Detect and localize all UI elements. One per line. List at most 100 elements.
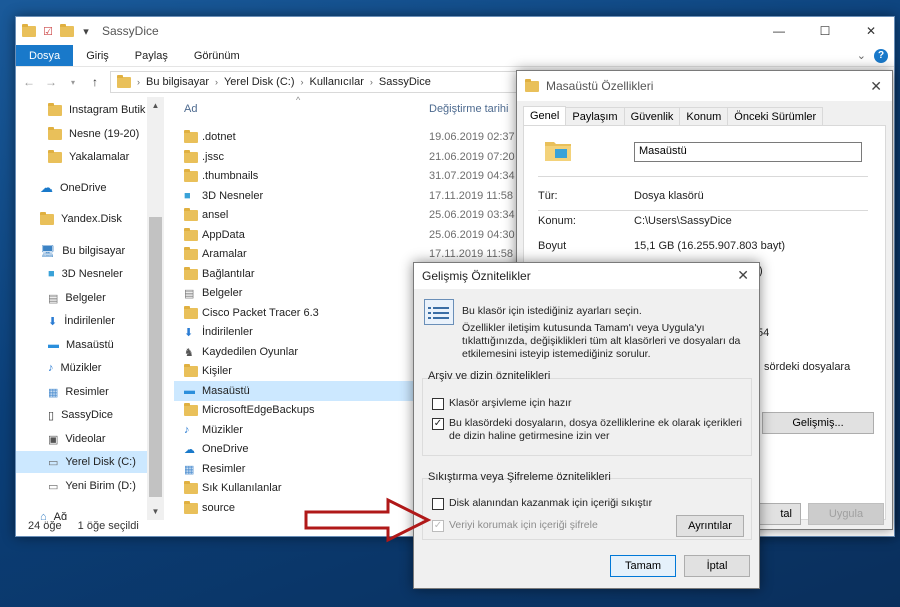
sidebar-item-yandex-disk[interactable]: Yandex.Disk <box>16 208 164 230</box>
apply-button[interactable]: Uygula <box>808 503 884 525</box>
file-row[interactable]: .jssc 21.06.2019 07:20 <box>174 147 515 167</box>
cloud-icon: ☁ <box>184 443 195 456</box>
contacts-icon <box>184 363 198 377</box>
file-row[interactable]: AppData 25.06.2019 04:30 <box>174 225 515 245</box>
sidebar-item-new-volume[interactable]: ▭ Yeni Birim (D:) <box>16 475 164 497</box>
breadcrumb-local-disk[interactable]: Yerel Disk (C:) <box>224 76 295 88</box>
cancel-button[interactable]: İptal <box>684 555 750 577</box>
games-icon: ♞ <box>184 346 194 359</box>
recent-locations-icon[interactable]: ▾ <box>66 78 80 87</box>
pictures-icon: ▦ <box>184 463 195 476</box>
help-icon[interactable]: ? <box>874 48 888 63</box>
tab-general[interactable]: Genel <box>523 106 567 127</box>
tab-file[interactable]: Dosya <box>16 45 74 66</box>
forward-icon[interactable]: → <box>44 75 58 89</box>
sidebar-item-instagram-butik[interactable]: Instagram Butik <box>16 99 164 121</box>
sidebar-item-onedrive[interactable]: ☁ OneDrive <box>16 177 164 199</box>
column-header-name[interactable]: Ad <box>184 103 197 115</box>
title-bar: ☑ ▾ SassyDice — ☐ ✕ <box>16 17 894 45</box>
address-bar[interactable]: › Bu bilgisayar › Yerel Disk (C:) › Kull… <box>110 71 530 93</box>
minimize-button[interactable]: — <box>756 17 802 45</box>
index-checkbox-row[interactable]: ✓ Bu klasördeki dosyaların, dosya özelli… <box>432 417 742 443</box>
folder-icon <box>117 74 131 88</box>
folder-icon <box>184 207 198 221</box>
compress-encrypt-group-title: Sıkıştırma veya Şifreleme öznitelikleri <box>428 471 611 483</box>
file-row[interactable]: ansel 25.06.2019 03:34 <box>174 205 515 225</box>
index-checkbox[interactable]: ✓ <box>432 418 444 430</box>
sidebar-item-desktop[interactable]: ▬ Masaüstü <box>16 334 164 356</box>
cancel-button[interactable]: tal <box>757 503 801 525</box>
folder-name-field[interactable]: Masaüstü <box>634 142 862 162</box>
download-icon: ⬇ <box>48 315 58 328</box>
sidebar-item-pictures[interactable]: ▦ Resimler <box>16 381 164 403</box>
details-button[interactable]: Ayrıntılar <box>676 515 744 537</box>
sidebar-item-yakalamalar[interactable]: Yakalamalar <box>16 146 164 168</box>
file-row[interactable]: .dotnet 19.06.2019 02:37 <box>174 127 515 147</box>
navigation-scrollbar[interactable]: ▲ ▼ <box>147 97 164 520</box>
type-label: Tür: <box>538 190 558 202</box>
annotation-arrow-icon <box>304 497 432 543</box>
status-bar: 24 öğe 1 öğe seçildi <box>16 516 316 536</box>
breadcrumb-sassydice[interactable]: SassyDice <box>379 76 431 88</box>
file-row[interactable]: ■ 3D Nesneler 17.11.2019 11:58 <box>174 186 514 206</box>
archive-index-group-title: Arşiv ve dizin öznitelikleri <box>428 370 551 382</box>
scroll-up-icon[interactable]: ▲ <box>147 101 164 110</box>
folder-icon <box>22 23 36 38</box>
tab-home[interactable]: Giriş <box>73 45 122 66</box>
close-icon[interactable]: ✕ <box>737 267 749 284</box>
sidebar-item-3d-objects[interactable]: ■ 3D Nesneler <box>16 263 164 285</box>
file-row[interactable]: Aramalar 17.11.2019 11:58 <box>174 244 514 264</box>
folder-icon <box>184 129 198 143</box>
window-controls: — ☐ ✕ <box>756 17 894 45</box>
compress-checkbox-row[interactable]: Disk alanından kazanmak için içeriği sık… <box>432 497 742 510</box>
sidebar-item-documents[interactable]: ▤ Belgeler <box>16 287 164 309</box>
tab-share[interactable]: Paylaş <box>122 45 181 66</box>
size-label: Boyut <box>538 240 567 252</box>
sidebar-item-local-disk[interactable]: ▭ Yerel Disk (C:) <box>16 451 164 473</box>
tab-view[interactable]: Görünüm <box>181 45 253 66</box>
breadcrumb-users[interactable]: Kullanıcılar <box>309 76 363 88</box>
folder-icon <box>48 126 62 140</box>
ok-button[interactable]: Tamam <box>610 555 676 577</box>
sidebar-item-nesne[interactable]: Nesne (19-20) <box>16 123 164 145</box>
scroll-down-icon[interactable]: ▼ <box>147 507 164 516</box>
properties-icon[interactable]: ☑ <box>41 24 55 38</box>
desktop-icon: ▬ <box>48 339 59 351</box>
column-header-date[interactable]: Değiştirme tarihi <box>429 103 508 115</box>
file-row[interactable]: .thumbnails 31.07.2019 04:34 <box>174 166 515 186</box>
window-title: SassyDice <box>102 24 159 38</box>
up-icon[interactable]: ↑ <box>88 75 102 89</box>
phone-icon: ▯ <box>48 409 55 422</box>
video-icon: ▣ <box>48 433 59 446</box>
back-icon[interactable]: ← <box>22 75 36 89</box>
customize-quick-access-icon[interactable]: ▾ <box>79 24 93 38</box>
selected-count: 1 öğe seçildi <box>77 520 139 532</box>
sidebar-item-videos[interactable]: ▣ Videolar <box>16 428 164 450</box>
attributes-info-icon <box>424 299 454 325</box>
archive-checkbox[interactable] <box>432 398 444 410</box>
expand-ribbon-icon[interactable]: ⌄ <box>857 49 866 62</box>
item-count: 24 öğe <box>28 520 62 532</box>
new-folder-icon[interactable] <box>60 23 74 38</box>
sidebar-item-music[interactable]: ♪ Müzikler <box>16 357 164 379</box>
breadcrumb-this-pc[interactable]: Bu bilgisayar <box>146 76 209 88</box>
advanced-button[interactable]: Gelişmiş... <box>762 412 874 434</box>
close-icon[interactable]: ✕ <box>870 78 882 95</box>
compress-checkbox[interactable] <box>432 498 444 510</box>
archive-checkbox-row[interactable]: Klasör arşivleme için hazır <box>432 397 742 410</box>
close-button[interactable]: ✕ <box>848 17 894 45</box>
sidebar-item-sassydice[interactable]: ▯ SassyDice <box>16 404 164 426</box>
scrollbar-thumb[interactable] <box>149 217 162 497</box>
maximize-button[interactable]: ☐ <box>802 17 848 45</box>
desktop-icon: ▬ <box>184 385 195 397</box>
cloud-icon: ☁ <box>40 180 53 195</box>
attributes-partial: sördeki dosyalara <box>764 361 851 373</box>
computer-icon: 🖥 <box>40 244 56 258</box>
music-icon: ♪ <box>184 424 190 436</box>
navigation-pane: Instagram Butik Nesne (19-20) Yakalamala… <box>16 97 164 520</box>
sidebar-item-downloads[interactable]: ⬇ İndirilenler <box>16 310 164 332</box>
folder-icon <box>525 78 539 92</box>
sidebar-item-this-pc[interactable]: 🖥 Bu bilgisayar <box>16 240 164 262</box>
file-list-header: Ad ^ Değiştirme tarihi <box>174 95 534 123</box>
pictures-icon: ▦ <box>48 386 59 399</box>
